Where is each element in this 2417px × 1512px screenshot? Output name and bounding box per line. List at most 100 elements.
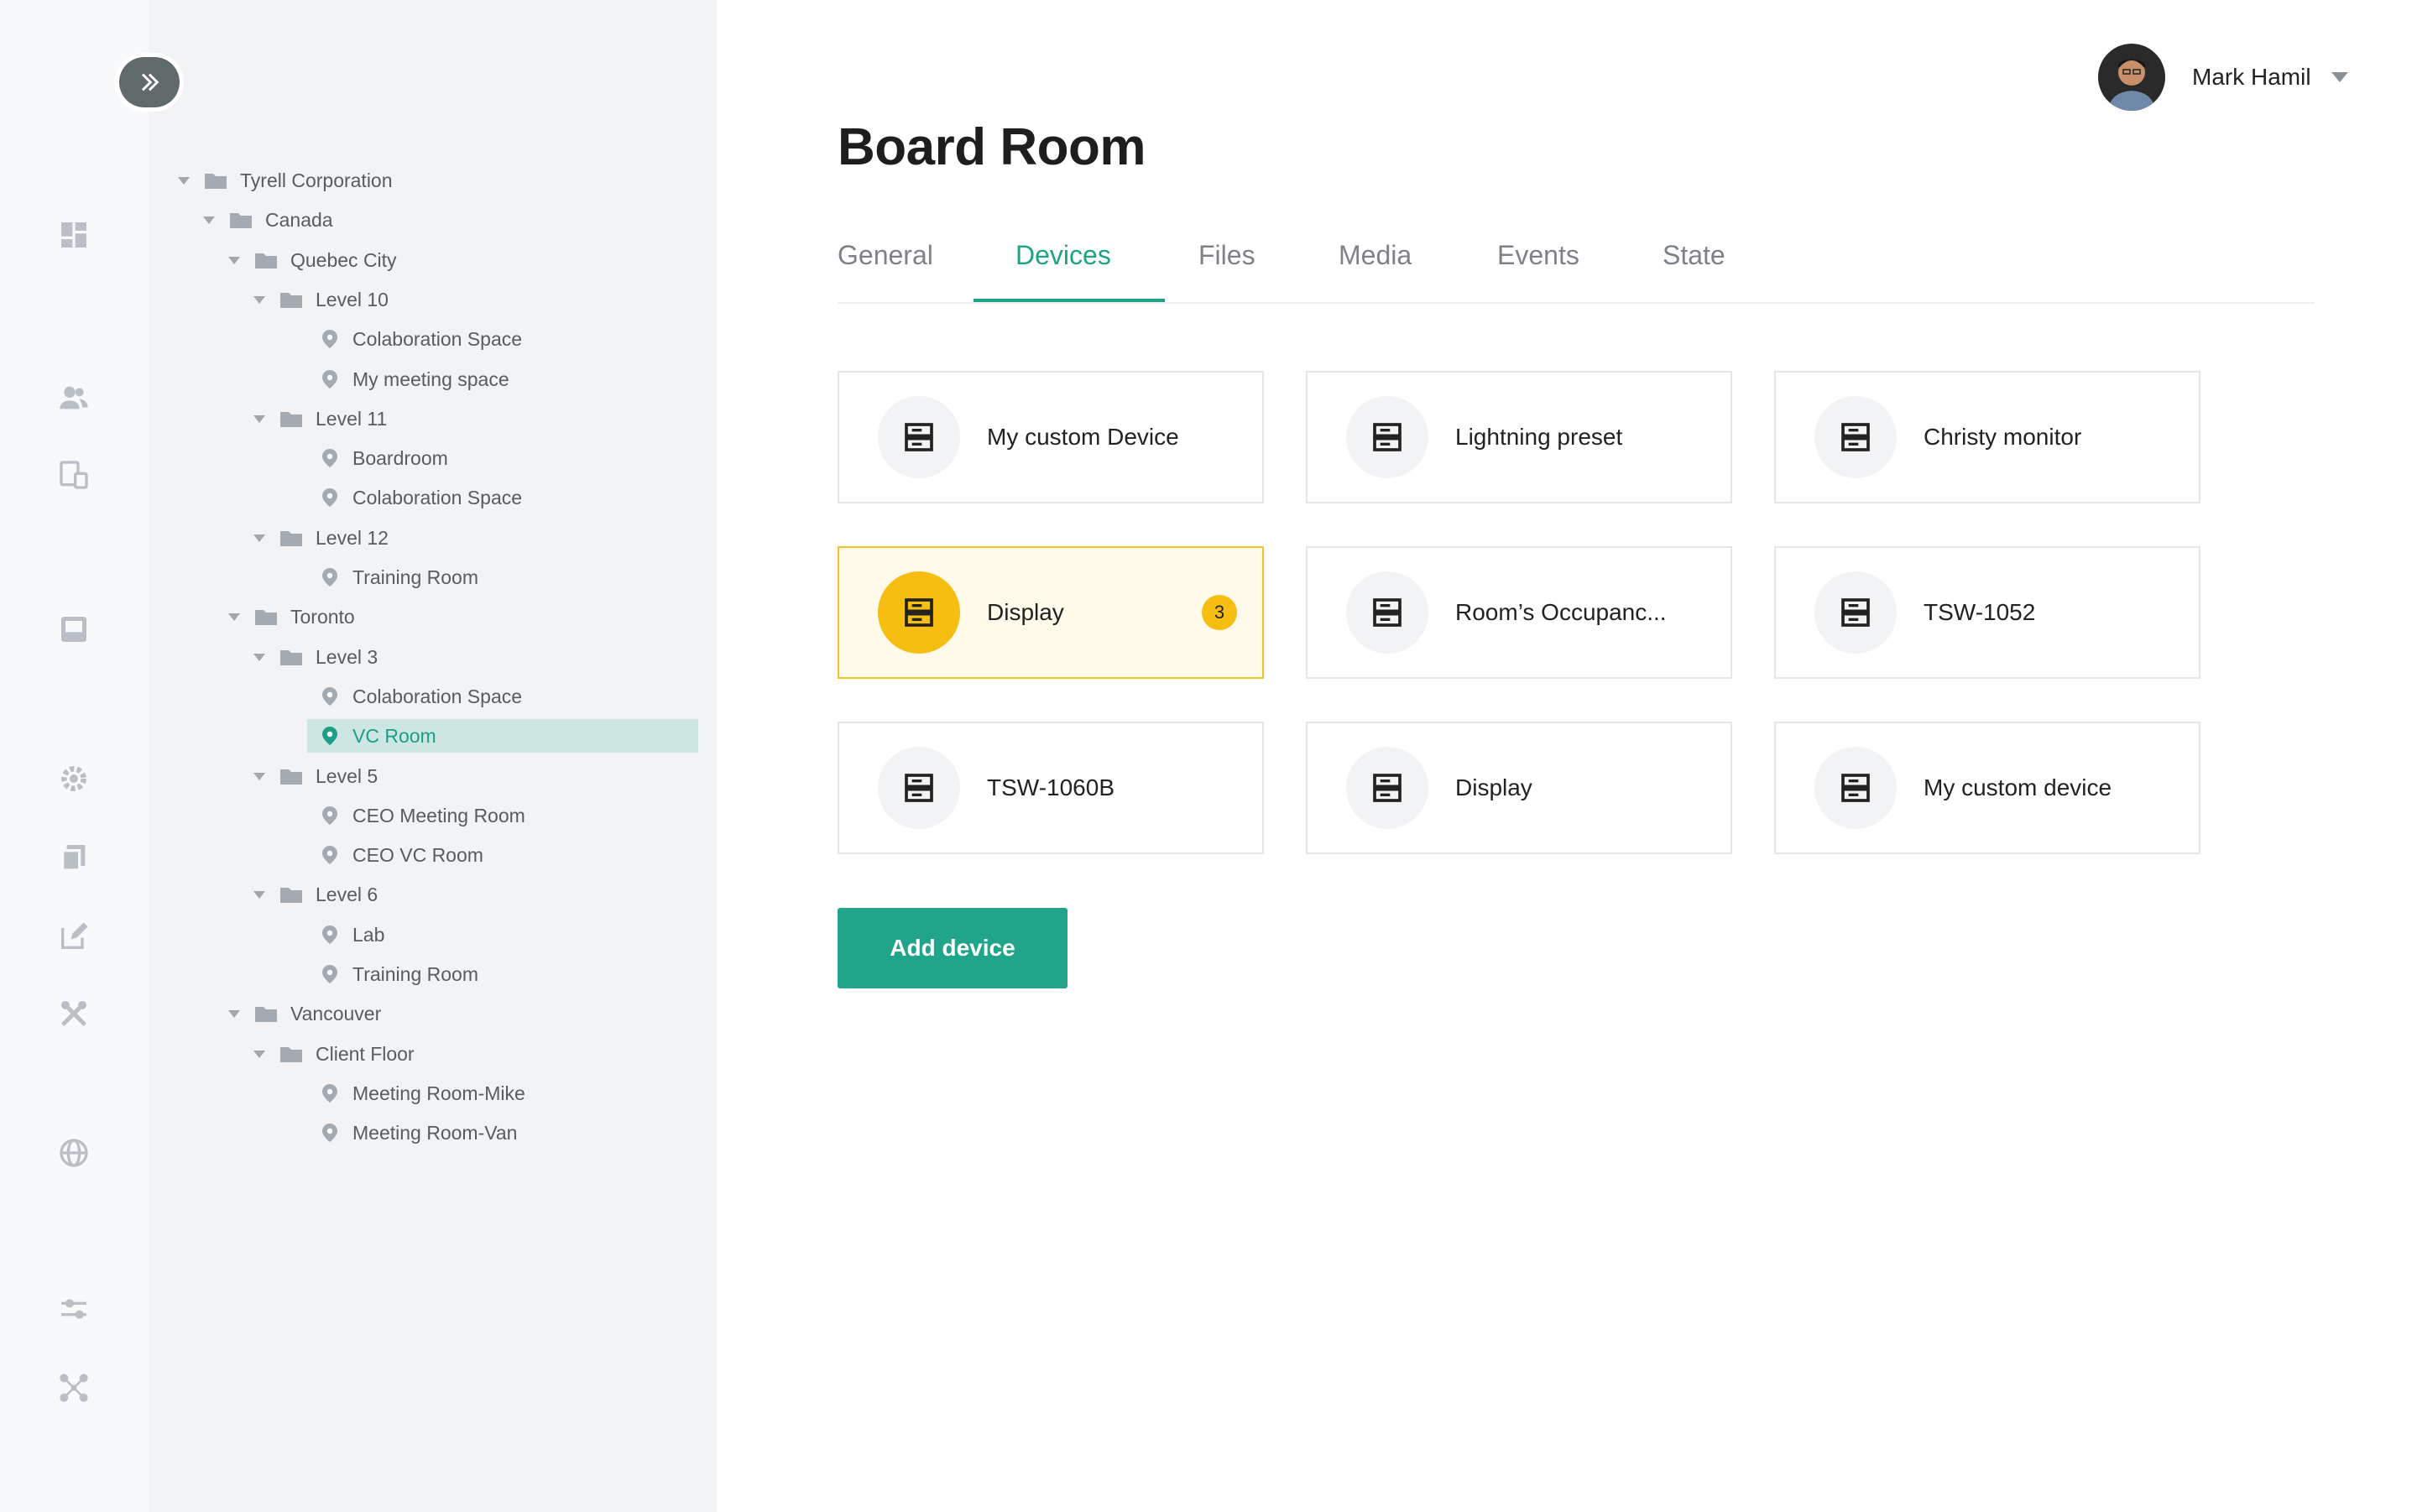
caret-down-icon[interactable]	[253, 295, 265, 304]
sliders-icon[interactable]	[55, 1290, 92, 1327]
tree-room-item[interactable]: CEO VC Room	[321, 838, 483, 872]
caret-down-icon[interactable]	[228, 1009, 240, 1018]
folder-icon	[255, 253, 277, 269]
location-pin-icon	[322, 488, 337, 507]
folder-icon	[255, 1007, 277, 1022]
settings-icon[interactable]	[55, 760, 92, 797]
tab-files[interactable]: Files	[1198, 240, 1255, 271]
tree-item-label: My meeting space	[352, 368, 509, 390]
tree-room-item[interactable]: Colaboration Space	[321, 322, 522, 356]
caret-down-icon[interactable]	[253, 1050, 265, 1058]
tree-item-label: Level 11	[316, 407, 388, 430]
tree-item-label: Level 12	[316, 526, 389, 549]
caret-down-icon[interactable]	[203, 216, 215, 224]
tree-item-label: Meeting Room-Mike	[352, 1082, 525, 1104]
tree-room-item[interactable]: Training Room	[321, 560, 478, 594]
tree-room-item[interactable]: Training Room	[321, 957, 478, 991]
user-menu[interactable]: Mark Hamil	[2098, 44, 2348, 111]
device-card[interactable]: TSW-1052	[1774, 546, 2200, 679]
tree-room-item[interactable]: Colaboration Space	[321, 680, 522, 713]
tree-room-item[interactable]: CEO Meeting Room	[321, 799, 525, 832]
dashboard-icon[interactable]	[55, 216, 92, 253]
tools-icon[interactable]	[55, 995, 92, 1032]
caret-down-icon[interactable]	[253, 890, 265, 899]
add-device-button[interactable]: Add device	[838, 908, 1068, 988]
tree-folder-item[interactable]: Tyrell Corporation	[178, 164, 393, 197]
tab-general[interactable]: General	[838, 240, 933, 271]
device-card[interactable]: Lightning preset	[1306, 371, 1732, 503]
tree-folder-item[interactable]: Level 12	[253, 521, 389, 555]
network-icon[interactable]	[55, 1369, 92, 1406]
tree-folder-item[interactable]: Level 3	[253, 640, 378, 674]
tree-room-item[interactable]: Lab	[321, 918, 384, 952]
active-tab-indicator	[974, 299, 1165, 302]
caret-down-icon[interactable]	[228, 613, 240, 621]
globe-icon[interactable]	[55, 1134, 92, 1171]
tab-state[interactable]: State	[1663, 240, 1725, 271]
tree-item-label: Training Room	[352, 566, 478, 588]
tree-folder-item[interactable]: Level 11	[253, 402, 387, 435]
location-pin-icon	[322, 846, 337, 864]
tree-item-label: Toronto	[290, 605, 355, 628]
tab-events[interactable]: Events	[1497, 240, 1579, 271]
inbox-icon[interactable]	[55, 611, 92, 648]
copy-icon[interactable]	[55, 839, 92, 876]
tree-folder-item[interactable]: Level 10	[253, 283, 389, 316]
location-pin-icon	[322, 330, 337, 348]
tab-devices[interactable]: Devices	[1015, 240, 1111, 271]
users-icon[interactable]	[55, 379, 92, 416]
tree-folder-item[interactable]: Quebec City	[228, 243, 397, 277]
tab-media[interactable]: Media	[1339, 240, 1412, 271]
tree-room-item[interactable]: VC Room	[307, 719, 698, 753]
tree-folder-item[interactable]: Client Floor	[253, 1037, 415, 1071]
device-card[interactable]: Christy monitor	[1774, 371, 2200, 503]
devices-icon[interactable]	[55, 456, 92, 493]
device-name: My custom Device	[987, 424, 1179, 450]
location-pin-icon	[322, 687, 337, 706]
tree-item-label: Vancouver	[290, 1002, 382, 1025]
tree-room-item[interactable]: Boardroom	[321, 441, 448, 475]
tree-item-label: Colaboration Space	[352, 327, 523, 350]
device-card[interactable]: Display	[1306, 722, 1732, 854]
caret-down-icon[interactable]	[178, 176, 190, 185]
tree-item-label: Colaboration Space	[352, 685, 523, 707]
location-pin-icon	[322, 965, 337, 983]
device-card[interactable]: TSW-1060B	[838, 722, 1264, 854]
caret-down-icon[interactable]	[253, 414, 265, 423]
edit-icon[interactable]	[55, 918, 92, 955]
tree-item-label: Canada	[265, 208, 333, 231]
device-icon	[1346, 747, 1428, 829]
caret-down-icon[interactable]	[253, 772, 265, 780]
device-name: Room’s Occupanc...	[1455, 599, 1667, 625]
tree-room-item[interactable]: My meeting space	[321, 362, 509, 396]
tree-item-label: Tyrell Corporation	[240, 169, 393, 191]
device-card[interactable]: Display 3	[838, 546, 1264, 679]
location-pin-icon	[322, 727, 337, 745]
tree-item-label: Lab	[352, 923, 385, 946]
tree-folder-item[interactable]: Canada	[203, 203, 333, 237]
device-card[interactable]: Room’s Occupanc...	[1306, 546, 1732, 679]
caret-down-icon[interactable]	[228, 256, 240, 264]
location-pin-icon	[322, 1124, 337, 1142]
tree-item-label: VC Room	[352, 724, 436, 747]
chevron-down-icon[interactable]	[2331, 72, 2348, 82]
tree-room-item[interactable]: Meeting Room-Mike	[321, 1077, 525, 1110]
device-icon	[1814, 747, 1897, 829]
tree-item-label: Level 5	[316, 764, 378, 787]
caret-down-icon[interactable]	[253, 534, 265, 542]
expand-sidebar-button[interactable]	[119, 57, 180, 107]
tree-folder-item[interactable]: Toronto	[228, 600, 355, 633]
caret-down-icon[interactable]	[253, 653, 265, 661]
location-pin-icon	[322, 568, 337, 587]
tree-folder-item[interactable]: Level 5	[253, 759, 378, 793]
tree-folder-item[interactable]: Level 6	[253, 878, 378, 911]
tree-item-label: Meeting Room-Van	[352, 1121, 518, 1144]
folder-icon	[280, 650, 302, 665]
folder-icon	[280, 531, 302, 546]
tree-folder-item[interactable]: Vancouver	[228, 997, 381, 1030]
tree-room-item[interactable]: Colaboration Space	[321, 481, 522, 514]
tree-room-item[interactable]: Meeting Room-Van	[321, 1116, 517, 1150]
device-icon	[878, 396, 960, 478]
device-card[interactable]: My custom Device	[838, 371, 1264, 503]
device-card[interactable]: My custom device	[1774, 722, 2200, 854]
